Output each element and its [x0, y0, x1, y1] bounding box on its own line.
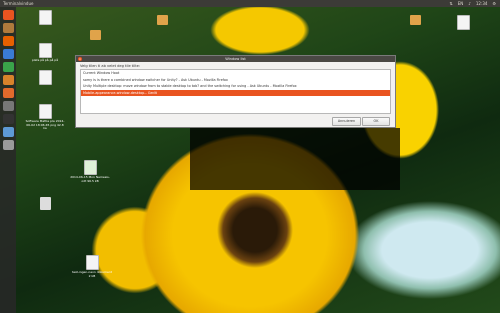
- gear-icon[interactable]: ⚙: [492, 1, 496, 6]
- launcher: [0, 7, 16, 313]
- desktop-file-4[interactable]: Software Mattie pla 2014-06-02 18:06:45 …: [25, 104, 65, 131]
- active-window-title: Terminalvindue: [3, 1, 34, 6]
- document-icon: [38, 10, 52, 25]
- firefox-icon[interactable]: [2, 36, 14, 46]
- dialog-title: Window list: [225, 57, 246, 61]
- window-list-dialog: × Window list Velg tilen ti ab velet deg…: [75, 55, 396, 128]
- desktop-file-7[interactable]: test-ingen-navn dokument 2 kB: [72, 255, 112, 278]
- terminal-icon[interactable]: [2, 114, 14, 124]
- calc-icon[interactable]: [2, 62, 14, 72]
- network-icon[interactable]: ⇅: [449, 1, 452, 6]
- close-icon[interactable]: ×: [78, 57, 82, 61]
- desktop-file-6[interactable]: [25, 197, 65, 211]
- document-icon: [38, 70, 52, 85]
- desktop-file-8[interactable]: [443, 15, 483, 31]
- cancel-button[interactable]: Annuleren: [332, 117, 361, 126]
- dialog-titlebar[interactable]: × Window list: [76, 56, 395, 62]
- ubuntu-icon[interactable]: [2, 10, 14, 20]
- folder-icon: [409, 15, 421, 25]
- desktop-file-5[interactable]: 2014-06-15 Mon Nemesis-odt 96.5 kB: [70, 160, 110, 183]
- spreadsheet-icon: [83, 160, 97, 175]
- background-window-preview: [190, 128, 400, 190]
- desktop-file-label: test-ingen-navn dokument 2 kB: [72, 270, 112, 278]
- clock[interactable]: 12:34: [476, 1, 488, 6]
- dialog-prompt: Velg tilen ti ab velet deg tile tilte:: [80, 64, 141, 68]
- sound-icon[interactable]: ♪: [468, 1, 471, 6]
- desktop-file-1[interactable]: [25, 10, 65, 26]
- top-panel: Terminalvindue ⇅ EN ♪ 12:34 ⚙: [0, 0, 500, 7]
- writer-icon[interactable]: [2, 49, 14, 59]
- desktop-file-label: 2014-06-15 Mon Nemesis-odt 96.5 kB: [70, 175, 110, 183]
- ok-button[interactable]: OK: [362, 117, 390, 126]
- window-list[interactable]: Current Window Hoot somy is is there a c…: [80, 69, 391, 114]
- desktop-file-label: plats på på på på: [31, 58, 59, 62]
- desktop-file-label: Software Mattie pla 2014-06-02 18:06:45 …: [25, 119, 65, 131]
- workspace-icon[interactable]: [2, 127, 14, 137]
- files-icon[interactable]: [2, 23, 14, 33]
- desktop-folder-1[interactable]: [142, 15, 182, 26]
- desktop-folder-3[interactable]: [75, 30, 115, 41]
- software-center-icon[interactable]: [2, 88, 14, 98]
- trash-icon[interactable]: [2, 140, 14, 150]
- desktop-folder-2[interactable]: [395, 15, 435, 26]
- package-icon: [39, 197, 51, 210]
- folder-icon: [89, 30, 101, 40]
- folder-icon: [156, 15, 168, 25]
- impress-icon[interactable]: [2, 75, 14, 85]
- desktop-file-2[interactable]: plats på på på på: [25, 43, 65, 63]
- document-icon: [38, 43, 52, 58]
- document-icon: [85, 255, 99, 270]
- image-file-icon: [38, 104, 52, 119]
- list-item[interactable]: [81, 96, 390, 103]
- desktop-file-3[interactable]: [25, 70, 65, 86]
- document-icon: [456, 15, 470, 30]
- settings-icon[interactable]: [2, 101, 14, 111]
- keyboard-indicator[interactable]: EN: [458, 1, 464, 6]
- indicator-area: ⇅ EN ♪ 12:34 ⚙: [449, 1, 500, 6]
